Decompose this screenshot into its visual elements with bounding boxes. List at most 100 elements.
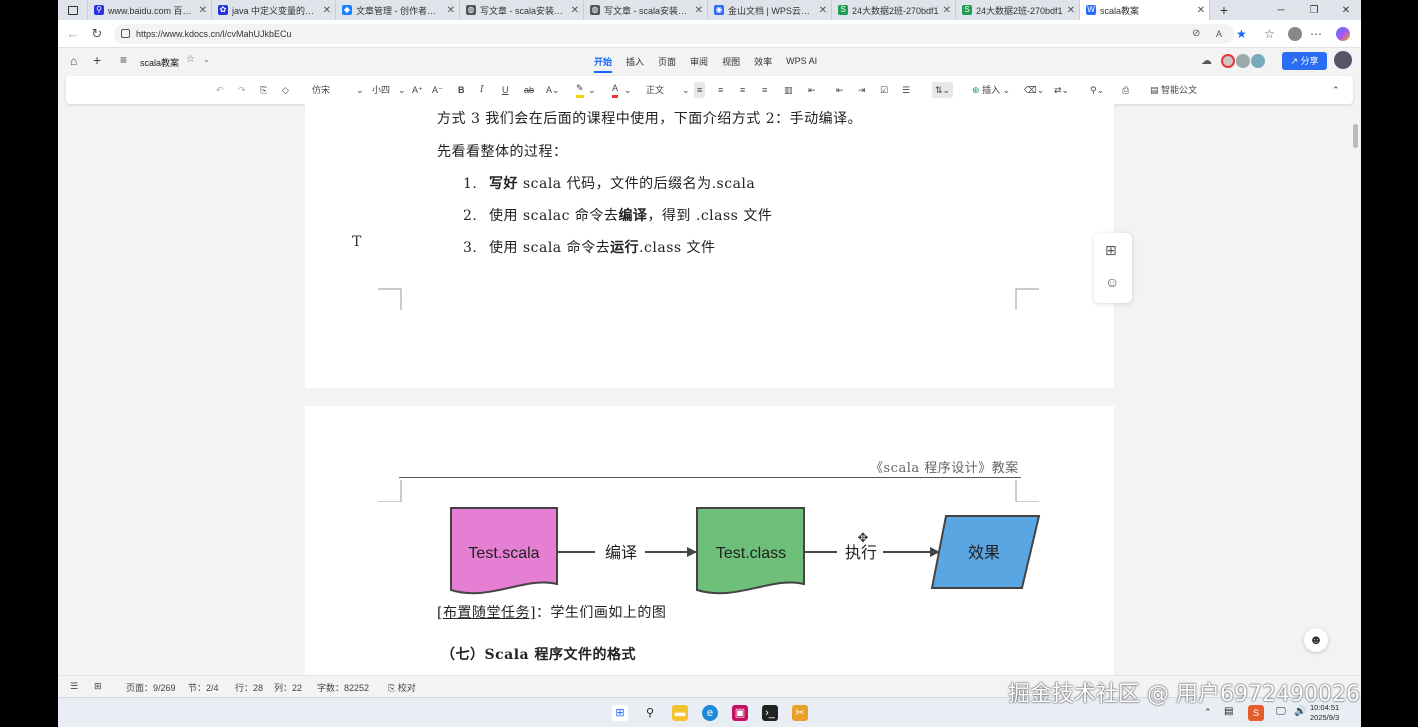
collaborator-avatar[interactable]: [1251, 54, 1265, 68]
ribbon-tab[interactable]: 页面: [658, 55, 676, 68]
list-item[interactable]: 1. 写好 scala 代码，文件的后缀名为.scala: [463, 173, 755, 193]
paragraph-line[interactable]: 方式 3 我们会在后面的课程中使用，下面介绍方式 2：手动编译。: [437, 108, 862, 128]
eraser-icon[interactable]: ⌫⌄: [1024, 82, 1044, 98]
align-left-icon[interactable]: ≡: [694, 82, 706, 98]
minimize-button[interactable]: ─: [1266, 0, 1296, 20]
font-name-select[interactable]: 仿宋 ⌄: [312, 82, 364, 98]
tab-close-icon[interactable]: ✕: [1067, 5, 1075, 16]
back-button[interactable]: ←: [64, 25, 82, 43]
windows-start-icon[interactable]: ⊞: [612, 705, 628, 721]
reload-button[interactable]: ↻: [88, 25, 106, 43]
bold-icon[interactable]: B: [458, 82, 465, 98]
word-count[interactable]: 字数：82252: [317, 681, 369, 694]
chevron-down-icon[interactable]: ⌄: [624, 82, 632, 98]
snipping-tool-icon[interactable]: ✂: [792, 705, 808, 721]
font-size-select[interactable]: 小四 ⌄: [372, 82, 406, 98]
tab-close-icon[interactable]: ✕: [943, 5, 951, 16]
edge-browser-icon[interactable]: e: [702, 705, 718, 721]
text-effect-icon[interactable]: A⌄: [546, 82, 560, 98]
tab-close-icon[interactable]: ✕: [1197, 5, 1205, 16]
outdent-icon[interactable]: ⇤: [836, 82, 844, 98]
tab-close-icon[interactable]: ✕: [695, 5, 703, 16]
shrink-font-icon[interactable]: A⁻: [432, 82, 443, 98]
collapse-toolbar-icon[interactable]: ⌃: [1332, 82, 1340, 98]
close-window-button[interactable]: ✕: [1331, 0, 1361, 20]
chevron-down-icon[interactable]: ⌄: [588, 82, 596, 98]
grow-font-icon[interactable]: A⁺: [412, 82, 423, 98]
menu-icon[interactable]: ≡: [120, 53, 127, 67]
browser-tab[interactable]: ◍ 写文章 - scala安装和基 ✕: [584, 0, 708, 20]
maximize-button[interactable]: ❐: [1299, 0, 1329, 20]
line-spacing-icon[interactable]: ⇅⌄: [932, 82, 954, 98]
scroll-thumb[interactable]: [1353, 124, 1358, 148]
list-item[interactable]: 3. 使用 scala 命令去运行.class 文件: [463, 237, 716, 257]
read-aloud-icon[interactable]: A: [1216, 26, 1222, 42]
browser-tab[interactable]: Wscala教案 ✕: [1080, 0, 1210, 20]
ribbon-tab[interactable]: 效率: [754, 55, 772, 68]
clear-format-icon[interactable]: ◇: [282, 82, 289, 98]
ribbon-tab[interactable]: 开始: [594, 55, 613, 73]
copilot-icon[interactable]: [1336, 27, 1350, 41]
new-tab-button[interactable]: +: [1210, 0, 1236, 20]
strikethrough-icon[interactable]: ab: [524, 82, 534, 98]
italic-icon[interactable]: I: [480, 82, 484, 98]
tab-close-icon[interactable]: ✕: [447, 5, 455, 16]
search-icon[interactable]: ⚲: [642, 705, 658, 721]
new-doc-icon[interactable]: +: [93, 52, 101, 68]
replace-icon[interactable]: ⇄⌄: [1054, 82, 1069, 98]
chevron-down-icon[interactable]: ⌄: [203, 55, 210, 64]
font-color-icon[interactable]: A: [612, 82, 619, 98]
ribbon-tab[interactable]: 视图: [722, 55, 740, 68]
url-input[interactable]: https://www.kdocs.cn/l/cvMahUJkbECu: [114, 24, 1234, 44]
assistant-robot-icon[interactable]: ☻: [1304, 628, 1328, 652]
outline-icon[interactable]: ☰: [70, 681, 78, 692]
page-indicator[interactable]: 页面：9/269: [126, 681, 176, 694]
proofread-button[interactable]: ⎘ 校对: [388, 681, 416, 694]
share-button[interactable]: ↗ 分享: [1282, 52, 1327, 70]
camera-off-icon[interactable]: ⊘: [1192, 26, 1200, 42]
emoji-icon[interactable]: ☺: [1105, 274, 1119, 290]
home-icon[interactable]: ⌂: [70, 54, 77, 68]
add-comment-icon[interactable]: ⊞: [1105, 242, 1117, 259]
terminal-icon[interactable]: ›_: [762, 705, 778, 721]
align-center-icon[interactable]: ≡: [718, 82, 723, 98]
list-item[interactable]: 2. 使用 scalac 命令去编译，得到 .class 文件: [463, 205, 772, 225]
justify-icon[interactable]: ≡: [762, 82, 767, 98]
redo-icon[interactable]: ↷: [238, 82, 246, 98]
navigation-icon[interactable]: ⊞: [94, 681, 102, 692]
tab-actions-button[interactable]: [58, 0, 88, 20]
collaborator-avatar[interactable]: [1221, 54, 1235, 68]
indent-increase-icon[interactable]: ⇥: [858, 82, 866, 98]
format-painter-icon[interactable]: ⎘: [260, 82, 267, 98]
browser-tab[interactable]: S 24大数据2班-270bdf1 ✕: [832, 0, 956, 20]
user-avatar[interactable]: [1334, 51, 1352, 69]
ribbon-tab[interactable]: WPS AI: [786, 56, 817, 66]
browser-tab[interactable]: ✿ java 中定义变量的格式 ✕: [212, 0, 336, 20]
tab-close-icon[interactable]: ✕: [199, 5, 207, 16]
more-menu-icon[interactable]: ⋯: [1310, 26, 1322, 42]
collaborator-avatar[interactable]: [1236, 54, 1250, 68]
undo-icon[interactable]: ↶: [216, 82, 224, 98]
distributed-icon[interactable]: ▥: [784, 82, 793, 98]
style-select[interactable]: 正文 ⌄: [646, 82, 690, 98]
insert-button[interactable]: ⊕ 插入 ⌄: [972, 82, 1010, 98]
tray-expand-icon[interactable]: ⌃: [1204, 707, 1212, 718]
underline-icon[interactable]: U: [502, 82, 509, 98]
smart-doc-button[interactable]: ▤ 智能公文: [1150, 82, 1197, 98]
browser-tab[interactable]: ◆ 文章管理 - 创作者中心 ✕: [336, 0, 460, 20]
browser-tab[interactable]: S 24大数据2班-270bdf1 ✕: [956, 0, 1080, 20]
file-explorer-icon[interactable]: ▬: [672, 705, 688, 721]
doc-title[interactable]: scala教案: [140, 56, 179, 69]
find-icon[interactable]: ⚲⌄: [1090, 82, 1104, 98]
paragraph-line[interactable]: 先看看整体的过程：: [437, 141, 568, 161]
cloud-icon[interactable]: ☁: [1201, 54, 1212, 67]
highlight-icon[interactable]: ✎: [576, 82, 584, 98]
document-scrollbar[interactable]: [1351, 110, 1361, 675]
ribbon-tab[interactable]: 审阅: [690, 55, 708, 68]
indent-decrease-icon[interactable]: ⇤: [808, 82, 816, 98]
tab-close-icon[interactable]: ✕: [819, 5, 827, 16]
tab-close-icon[interactable]: ✕: [323, 5, 331, 16]
tab-close-icon[interactable]: ✕: [571, 5, 579, 16]
browser-tab[interactable]: ◍ 写文章 - scala安装和基 ✕: [460, 0, 584, 20]
favorite-star-icon[interactable]: ★: [1236, 26, 1247, 42]
